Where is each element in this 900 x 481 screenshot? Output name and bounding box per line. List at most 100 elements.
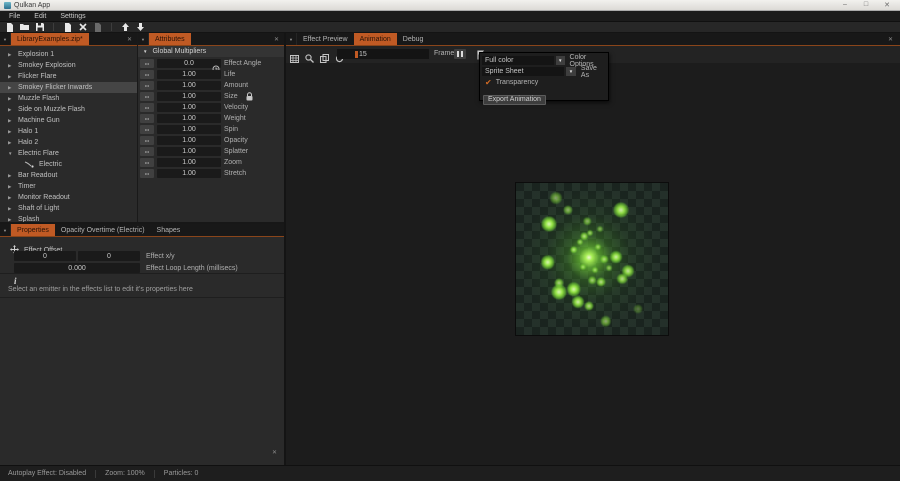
- frames-icon[interactable]: [320, 50, 329, 68]
- chevron-right-icon[interactable]: ▶: [8, 63, 14, 69]
- attribute-value-field[interactable]: 1.00: [157, 92, 221, 101]
- move-down-icon[interactable]: [135, 23, 146, 32]
- chevron-right-icon[interactable]: ▶: [8, 173, 14, 179]
- chevron-right-icon[interactable]: ▶: [8, 74, 14, 80]
- attribute-more-button[interactable]: •••: [140, 81, 154, 90]
- library-tree-item[interactable]: ▶ Timer: [0, 181, 137, 192]
- chevron-right-icon[interactable]: ▶: [8, 52, 14, 58]
- library-tree-item[interactable]: ▶ Bar Readout: [0, 170, 137, 181]
- close-icon[interactable]: ✕: [267, 449, 282, 456]
- library-tree-item[interactable]: ▶ Side on Muzzle Flash: [0, 104, 137, 115]
- open-file-icon[interactable]: [19, 23, 30, 32]
- attribute-value-field[interactable]: 1.00: [157, 103, 221, 112]
- close-button[interactable]: ✕: [882, 1, 892, 9]
- library-tree-item[interactable]: ▼ Electric Flare: [0, 148, 137, 159]
- panel-menu-icon[interactable]: ▼: [138, 33, 149, 45]
- minimize-button[interactable]: –: [840, 1, 850, 9]
- panel-menu-icon[interactable]: ▼: [0, 224, 11, 236]
- library-tree-item[interactable]: ▶ Smokey Explosion: [0, 60, 137, 71]
- attribute-more-button[interactable]: •••: [140, 169, 154, 178]
- effect-loop-input[interactable]: 0.000: [14, 263, 140, 273]
- effect-x-input[interactable]: 0: [14, 251, 76, 261]
- library-tree-item[interactable]: ▶ Halo 1: [0, 126, 137, 137]
- chevron-down-icon[interactable]: ▼: [143, 49, 147, 54]
- chevron-right-icon[interactable]: ▶: [8, 195, 14, 201]
- preview-tab[interactable]: Effect Preview: [297, 33, 354, 45]
- properties-tab[interactable]: Shapes: [151, 224, 187, 236]
- chevron-right-icon[interactable]: ▶: [8, 184, 14, 190]
- chevron-down-icon[interactable]: ▼: [556, 56, 565, 65]
- attribute-value-field[interactable]: 1.00: [157, 136, 221, 145]
- transparency-checkbox[interactable]: ✔ Transparency: [482, 77, 606, 88]
- chevron-right-icon[interactable]: ▶: [8, 85, 14, 91]
- library-tree-item[interactable]: Electric: [0, 159, 137, 170]
- tab-attributes[interactable]: Attributes: [149, 33, 191, 45]
- attribute-value-field[interactable]: 1.00: [157, 158, 221, 167]
- chevron-right-icon[interactable]: ▶: [8, 206, 14, 212]
- effect-viewport[interactable]: [515, 182, 669, 336]
- chevron-right-icon[interactable]: ▶: [8, 140, 14, 146]
- close-icon[interactable]: ✕: [883, 36, 898, 43]
- attribute-more-button[interactable]: •••: [140, 59, 154, 68]
- attribute-value-field[interactable]: 1.00: [157, 81, 221, 90]
- attribute-more-button[interactable]: •••: [140, 92, 154, 101]
- particle-dot: [587, 230, 594, 237]
- attribute-value-field[interactable]: 1.00: [157, 125, 221, 134]
- attribute-value-field[interactable]: 0.0: [157, 59, 221, 72]
- chevron-right-icon[interactable]: ▶: [8, 129, 14, 135]
- chevron-right-icon[interactable]: ▼: [8, 151, 14, 156]
- attribute-more-button[interactable]: •••: [140, 70, 154, 79]
- sheet-type-select[interactable]: Sprite Sheet: [482, 67, 565, 76]
- menu-item[interactable]: Edit: [27, 13, 53, 20]
- zoom-icon[interactable]: [305, 50, 314, 68]
- attribute-value-field[interactable]: 1.00: [157, 114, 221, 123]
- library-tree-item[interactable]: ▶ Monitor Readout: [0, 192, 137, 203]
- global-multipliers-header[interactable]: ▼ Global Multipliers: [138, 46, 284, 57]
- export-animation-button[interactable]: Export Animation: [483, 94, 546, 105]
- new-file-icon[interactable]: [4, 22, 15, 32]
- menu-item[interactable]: File: [2, 13, 27, 20]
- chevron-right-icon[interactable]: ▶: [8, 107, 14, 113]
- properties-tab[interactable]: Opacity Overtime (Electric): [55, 224, 151, 236]
- chevron-right-icon[interactable]: ▶: [8, 118, 14, 124]
- menu-item[interactable]: Settings: [53, 13, 92, 20]
- close-icon[interactable]: ✕: [269, 33, 284, 45]
- save-icon[interactable]: [34, 23, 45, 32]
- library-tree-item[interactable]: ▶ Flicker Flare: [0, 71, 137, 82]
- move-up-icon[interactable]: [120, 23, 131, 32]
- panel-menu-icon[interactable]: ▼: [286, 33, 297, 45]
- chevron-right-icon[interactable]: ▶: [8, 96, 14, 102]
- attribute-more-button[interactable]: •••: [140, 158, 154, 167]
- effect-y-input[interactable]: 0: [78, 251, 140, 261]
- attribute-value-field[interactable]: 1.00: [157, 70, 221, 79]
- attribute-more-button[interactable]: •••: [140, 125, 154, 134]
- library-tree-item[interactable]: ▶ Machine Gun: [0, 115, 137, 126]
- library-tree-item[interactable]: ▶ Explosion 1: [0, 49, 137, 60]
- properties-tab[interactable]: Properties: [11, 224, 55, 236]
- copy-icon[interactable]: [62, 22, 73, 32]
- attribute-more-button[interactable]: •••: [140, 147, 154, 156]
- library-tree-item[interactable]: ▶ Muzzle Flash: [0, 93, 137, 104]
- grid-icon[interactable]: [290, 50, 299, 68]
- tab-library-examples[interactable]: LibraryExamples.zip*: [11, 33, 89, 45]
- maximize-button[interactable]: □: [861, 1, 871, 9]
- preview-tab[interactable]: Animation: [353, 33, 397, 45]
- lock-icon[interactable]: [245, 92, 254, 101]
- library-tree-item[interactable]: ▶ Halo 2: [0, 137, 137, 148]
- pause-button[interactable]: [454, 49, 466, 59]
- panel-menu-icon[interactable]: ▼: [0, 33, 11, 45]
- color-mode-select[interactable]: Full color: [482, 56, 555, 65]
- attribute-more-button[interactable]: •••: [140, 136, 154, 145]
- library-tree-item[interactable]: ▶ Shaft of Light: [0, 203, 137, 214]
- frame-input[interactable]: 15: [337, 49, 429, 59]
- preview-tab[interactable]: Debug: [397, 33, 430, 45]
- attribute-more-button[interactable]: •••: [140, 103, 154, 112]
- attribute-value-field[interactable]: 1.00: [157, 147, 221, 156]
- cut-icon[interactable]: [77, 23, 88, 32]
- library-tree-item[interactable]: ▶ Smokey Flicker Inwards: [0, 82, 137, 93]
- chevron-down-icon[interactable]: ▼: [566, 67, 576, 76]
- close-icon[interactable]: ✕: [122, 33, 137, 45]
- attribute-more-button[interactable]: •••: [140, 114, 154, 123]
- paste-icon[interactable]: [92, 22, 103, 32]
- attribute-value-field[interactable]: 1.00: [157, 169, 221, 178]
